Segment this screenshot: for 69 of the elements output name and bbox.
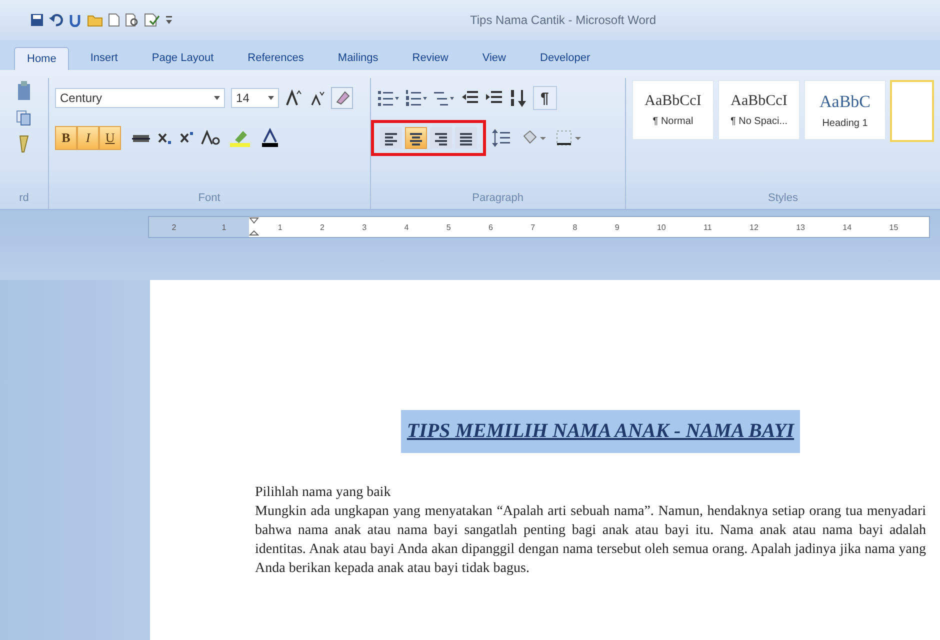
shrink-font-icon[interactable] bbox=[309, 89, 326, 107]
font-size-field[interactable]: 14 bbox=[231, 88, 280, 108]
multilevel-list-icon[interactable] bbox=[432, 89, 455, 107]
ribbon-tab[interactable]: Insert bbox=[77, 46, 131, 70]
center-align-lines-icon bbox=[408, 130, 424, 146]
group-label: Font bbox=[198, 192, 220, 204]
align-center-button[interactable] bbox=[404, 127, 427, 149]
align-right-button[interactable] bbox=[430, 127, 452, 149]
bullets-icon[interactable] bbox=[376, 89, 399, 107]
save-icon[interactable] bbox=[30, 13, 44, 27]
ruler-number: 12 bbox=[750, 222, 758, 232]
grow-font-icon[interactable] bbox=[285, 89, 304, 107]
group-label: Paragraph bbox=[472, 192, 524, 204]
ribbon-tab[interactable]: References bbox=[234, 46, 317, 70]
ruler-number: 11 bbox=[704, 222, 712, 232]
group-label: rd bbox=[19, 192, 29, 204]
align-left-button[interactable] bbox=[380, 127, 402, 149]
ruler-number: 1 bbox=[222, 222, 226, 232]
sort-icon[interactable] bbox=[508, 88, 527, 108]
document-check-icon[interactable] bbox=[144, 13, 160, 27]
left-align-lines-icon bbox=[382, 130, 399, 146]
ribbon-tab[interactable]: Developer bbox=[527, 46, 604, 70]
document-icon[interactable] bbox=[108, 13, 120, 27]
numbering-icon[interactable] bbox=[404, 89, 427, 107]
justify-align-lines-icon bbox=[458, 130, 474, 146]
ribbon-tab[interactable]: Page Layout bbox=[138, 46, 227, 70]
ruler-number: 2 bbox=[320, 222, 324, 232]
window-title: Tips Nama Cantik - Microsoft Word bbox=[470, 13, 656, 27]
format-painter-icon[interactable] bbox=[17, 134, 31, 154]
ruler-number: 13 bbox=[796, 222, 805, 232]
right-align-lines-icon bbox=[432, 130, 449, 146]
ribbon-tab[interactable]: Mailings bbox=[324, 46, 392, 70]
redo-icon[interactable] bbox=[68, 13, 82, 27]
ruler-number: 10 bbox=[656, 222, 666, 232]
ruler-number: 14 bbox=[842, 222, 852, 232]
ruler-number: 5 bbox=[446, 222, 451, 232]
ribbon-tab[interactable]: Home bbox=[14, 47, 70, 70]
ribbon-tab[interactable]: Review bbox=[399, 46, 462, 70]
eraser-icon[interactable] bbox=[331, 87, 354, 109]
ruler[interactable]: 2 1 1 2 3 4 5 6 7 8 9 10 11 12 13 14 15 bbox=[148, 216, 930, 238]
ruler-number: 3 bbox=[362, 222, 367, 232]
style-item[interactable]: AaBbCcI ¶ No Spaci... bbox=[718, 80, 800, 140]
format-button[interactable]: I bbox=[77, 126, 100, 150]
ruler-number: 4 bbox=[404, 222, 409, 232]
customize-caret-icon[interactable] bbox=[165, 15, 173, 25]
show-formatting-button[interactable]: ¶ bbox=[532, 86, 557, 110]
paste-icon[interactable] bbox=[16, 80, 32, 102]
borders-icon[interactable] bbox=[554, 128, 584, 148]
align-justify-button[interactable] bbox=[454, 127, 477, 149]
format-button[interactable]: U bbox=[99, 126, 122, 150]
ruler-number: 7 bbox=[530, 222, 536, 232]
ruler-number: 8 bbox=[572, 222, 578, 232]
format-button[interactable]: B bbox=[55, 126, 78, 150]
ruler-number: 15 bbox=[889, 222, 898, 232]
ribbon-tab[interactable]: View bbox=[469, 46, 519, 70]
body-paragraph: Mungkin ada ungkapan yang menyatakan “Apalah arti sebuah nama”. Namun, hendaknya setiap orang tua menyadari bahwa nama anak atau nama bayi sangatlah penting bagi anak atau bayi itu. Nama anak atau nama bayi adalah identitas. Anak atau bayi Anda akan dipanggil dengan nama tersebut oleh semua orang. Apalah jadinya jika nama yang Anda berikan kepada anak atau bayi tidak bagus. bbox=[255, 503, 926, 578]
style-item[interactable]: AaBbCcI ¶ Normal bbox=[632, 80, 714, 140]
font-name-field[interactable]: Century bbox=[55, 88, 226, 108]
ruler-number: 6 bbox=[488, 222, 493, 232]
ruler-number: 1 bbox=[278, 222, 282, 232]
print-preview-icon[interactable] bbox=[125, 13, 139, 27]
undo-icon[interactable] bbox=[49, 13, 63, 27]
style-item[interactable]: AaBbC Heading 1 bbox=[804, 80, 886, 140]
ruler-number: 2 bbox=[172, 222, 176, 232]
document-heading: TIPS MEMILIH NAMA ANAK - NAMA BAYI bbox=[400, 410, 800, 453]
group-label: Styles bbox=[768, 192, 798, 204]
ruler-number: 9 bbox=[614, 222, 620, 232]
body-paragraph: Pilihlah nama yang baik bbox=[255, 484, 392, 502]
copy-icon[interactable] bbox=[16, 110, 32, 126]
